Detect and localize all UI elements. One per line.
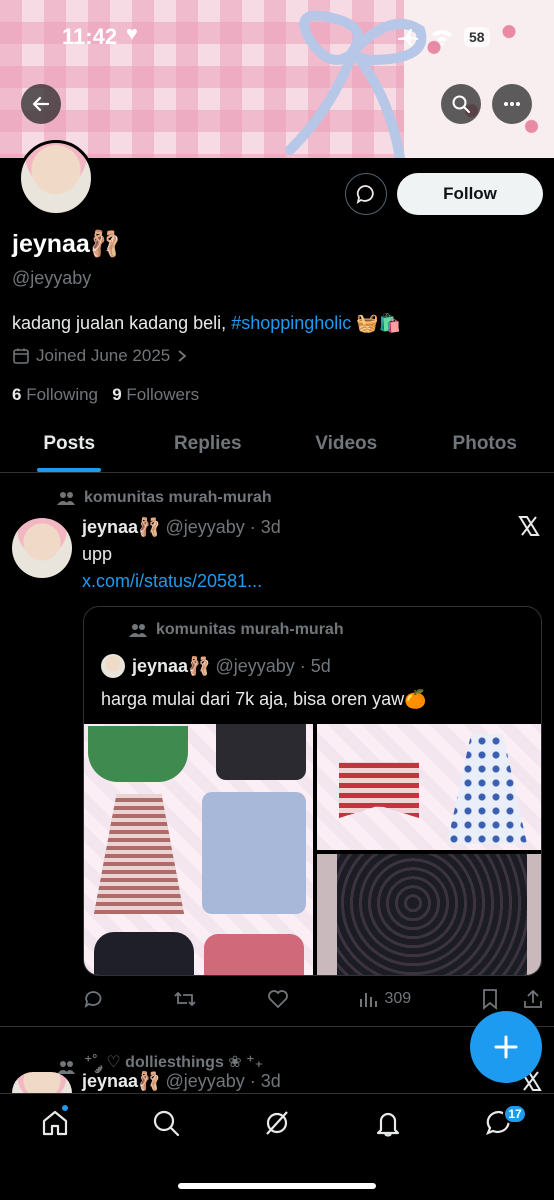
profile-avatar[interactable] xyxy=(18,140,94,216)
photo-collage-2[interactable] xyxy=(317,724,541,850)
plus-icon xyxy=(494,1035,518,1059)
like-button[interactable] xyxy=(266,988,290,1010)
chevron-right-icon xyxy=(178,350,187,362)
blue-cardigan-image xyxy=(202,792,306,914)
wifi-icon xyxy=(432,30,452,46)
bio-emoji: 🧺🛍️ xyxy=(356,313,402,333)
calendar-icon xyxy=(13,348,29,364)
joined-date: Joined June 2025 xyxy=(12,346,188,366)
search-icon xyxy=(452,95,470,113)
plaid-dress-image xyxy=(94,794,184,914)
post-author[interactable]: jeynaa🩰 xyxy=(82,517,160,537)
photo-3[interactable] xyxy=(317,854,541,975)
post-handle-time: @jeyyaby · 3d xyxy=(165,517,281,537)
tab-photos[interactable]: Photos xyxy=(416,428,554,472)
follow-button[interactable]: Follow xyxy=(397,173,543,215)
battery-level: 58 xyxy=(464,27,490,47)
search-button[interactable] xyxy=(441,84,481,124)
tab-posts[interactable]: Posts xyxy=(0,428,139,472)
quote-handle-time: @jeyyaby · 5d xyxy=(215,656,331,676)
profile-bio: kadang jualan kadang beli, #shoppingholi… xyxy=(12,313,401,334)
display-name: jeynaa🩰 xyxy=(12,230,121,259)
quote-header: jeynaa🩰 @jeyyaby · 5d xyxy=(132,656,331,677)
post2-author[interactable]: jeynaa🩰 xyxy=(82,1071,160,1091)
community-icon xyxy=(57,1060,75,1074)
bio-hashtag[interactable]: #shoppingholic xyxy=(231,313,351,333)
profile-handle: @jeyyaby xyxy=(12,268,92,288)
post2-handle-time: @jeyyaby · 3d xyxy=(165,1071,281,1091)
reply-icon xyxy=(84,991,102,1008)
tab-videos[interactable]: Videos xyxy=(277,428,416,472)
repost-icon xyxy=(174,991,196,1007)
repost-button[interactable] xyxy=(173,988,197,1010)
lace-top-image xyxy=(216,724,306,780)
post-link[interactable]: x.com/i/status/20581... xyxy=(82,571,262,592)
quote-community-label: komunitas murah-murah xyxy=(128,621,344,639)
community-icon xyxy=(57,492,75,505)
community-name: komunitas murah-murah xyxy=(84,489,272,506)
share-icon[interactable] xyxy=(522,988,544,1010)
quote-author: jeynaa🩰 xyxy=(132,656,211,676)
post2-header: jeynaa🩰 @jeyyaby · 3d xyxy=(82,1071,281,1092)
red-plaid-shorts-image xyxy=(339,762,419,818)
bio-text: kadang jualan kadang beli, xyxy=(12,313,232,333)
home-indicator xyxy=(178,1183,376,1189)
airplane-icon xyxy=(398,29,418,46)
search-nav-icon[interactable] xyxy=(151,1108,181,1138)
display-name-emoji: 🩰 xyxy=(89,230,121,258)
chat-bubble-icon xyxy=(356,185,374,204)
green-top-image xyxy=(88,726,188,782)
reply-button[interactable] xyxy=(82,988,104,1010)
x-logo-icon xyxy=(518,516,540,536)
status-time: 11:42 xyxy=(62,24,118,49)
views-chart-icon xyxy=(360,993,378,1007)
post-actions: 309 xyxy=(82,986,544,1012)
profile-tabs: Posts Replies Videos Photos xyxy=(0,428,554,473)
status-icons: 58 xyxy=(396,24,506,50)
quote-community-name: komunitas murah-murah xyxy=(156,621,344,638)
grok-icon[interactable] xyxy=(262,1108,292,1138)
compose-button[interactable] xyxy=(470,1011,542,1083)
followers-count: 9 xyxy=(112,385,122,404)
floral-dress-image xyxy=(447,734,527,844)
home-notification-dot xyxy=(60,1103,70,1113)
post2-avatar[interactable] xyxy=(12,1072,72,1093)
back-button[interactable] xyxy=(21,84,61,124)
pink-top-image xyxy=(204,934,304,975)
post-avatar[interactable] xyxy=(12,518,72,578)
views-button[interactable]: 309 xyxy=(358,989,411,1009)
post-community-label[interactable]: komunitas murah-murah xyxy=(56,489,272,507)
post-divider xyxy=(0,1026,554,1027)
messages-badge: 17 xyxy=(503,1104,527,1124)
post-text: upp xyxy=(82,544,113,564)
heart-outline-icon xyxy=(267,990,288,1009)
quoted-post[interactable]: komunitas murah-murah jeynaa🩰 @jeyyaby ·… xyxy=(83,606,542,976)
following-label: Following xyxy=(26,385,99,404)
views-count: 309 xyxy=(384,990,412,1007)
display-name-text: jeynaa xyxy=(12,230,90,258)
heart-icon: ♥ xyxy=(126,23,138,45)
message-button[interactable] xyxy=(345,173,387,215)
quote-text: harga mulai dari 7k aja, bisa oren yaw🍊 xyxy=(101,689,427,709)
photo-grid xyxy=(84,724,541,975)
notifications-icon[interactable] xyxy=(373,1108,403,1138)
photo-collage-1[interactable] xyxy=(84,724,313,975)
quote-avatar xyxy=(101,654,125,678)
black-lace-image xyxy=(337,854,527,975)
post-header: jeynaa🩰 @jeyyaby · 3d xyxy=(82,517,281,538)
dark-top-image xyxy=(94,932,194,975)
joined-text: Joined June 2025 xyxy=(36,346,171,365)
followers-label: Followers xyxy=(126,385,200,404)
followers-link[interactable]: 9 Followers xyxy=(112,385,199,404)
follow-stats: 6 Following 9 Followers xyxy=(12,385,199,405)
back-arrow-icon xyxy=(32,96,50,112)
following-link[interactable]: 6 Following xyxy=(12,385,98,404)
community-icon xyxy=(129,624,147,637)
more-icon xyxy=(504,102,520,106)
following-count: 6 xyxy=(12,385,22,404)
more-button[interactable] xyxy=(492,84,532,124)
bookmark-icon[interactable] xyxy=(480,988,500,1010)
tab-replies[interactable]: Replies xyxy=(139,428,278,472)
